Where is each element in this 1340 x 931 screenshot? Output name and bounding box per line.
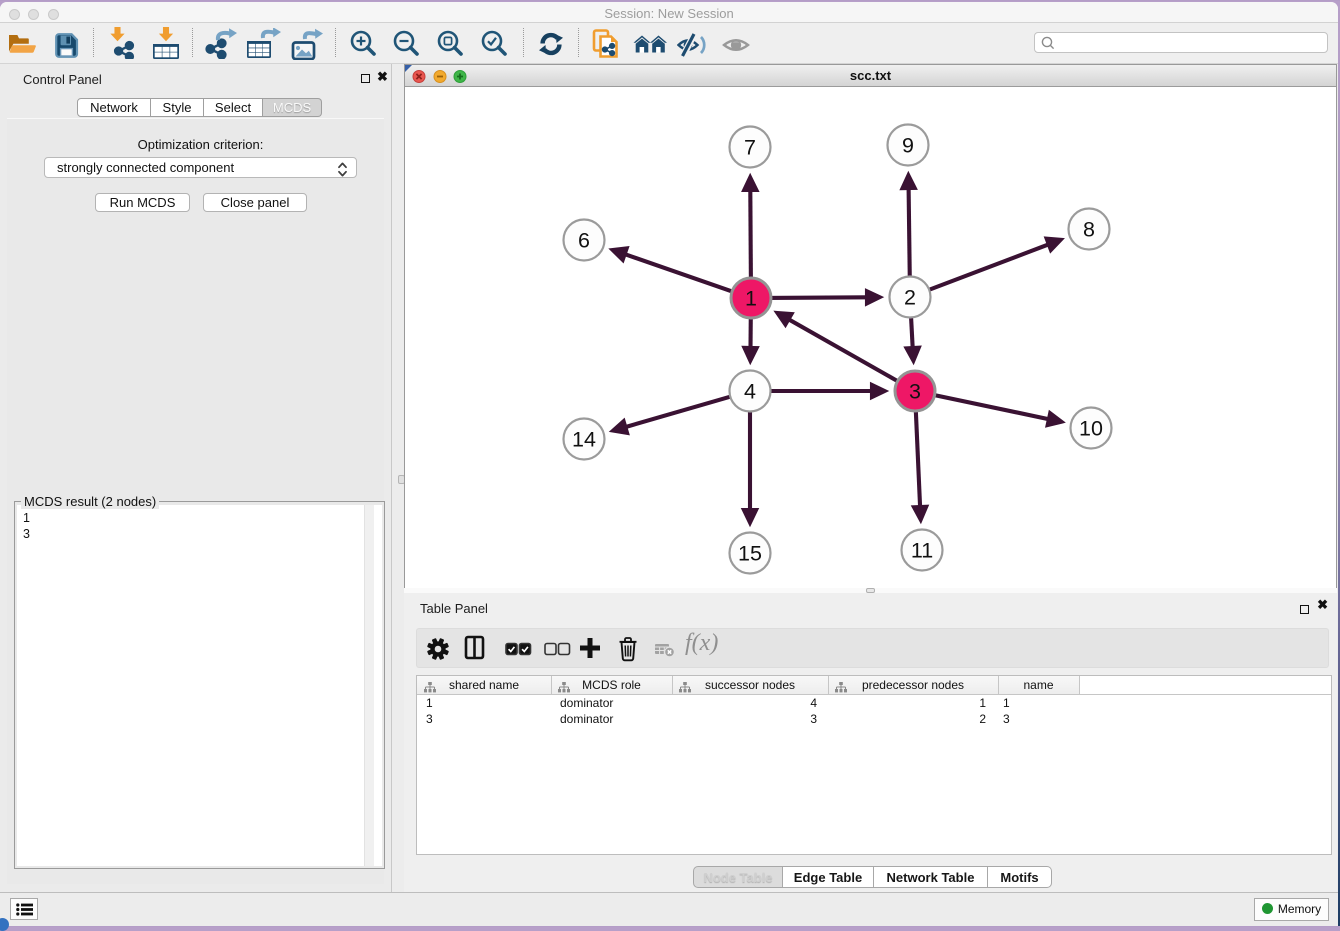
svg-text:1: 1 bbox=[745, 287, 757, 311]
svg-text:8: 8 bbox=[1083, 218, 1095, 242]
svg-text:4: 4 bbox=[744, 380, 756, 404]
svg-text:11: 11 bbox=[911, 539, 933, 563]
svg-text:6: 6 bbox=[578, 229, 590, 253]
svg-text:3: 3 bbox=[909, 380, 921, 404]
svg-text:2: 2 bbox=[904, 286, 916, 310]
svg-text:7: 7 bbox=[744, 136, 756, 160]
svg-text:14: 14 bbox=[572, 428, 596, 452]
svg-text:10: 10 bbox=[1079, 417, 1103, 441]
svg-text:9: 9 bbox=[902, 134, 914, 158]
svg-text:15: 15 bbox=[738, 542, 762, 566]
